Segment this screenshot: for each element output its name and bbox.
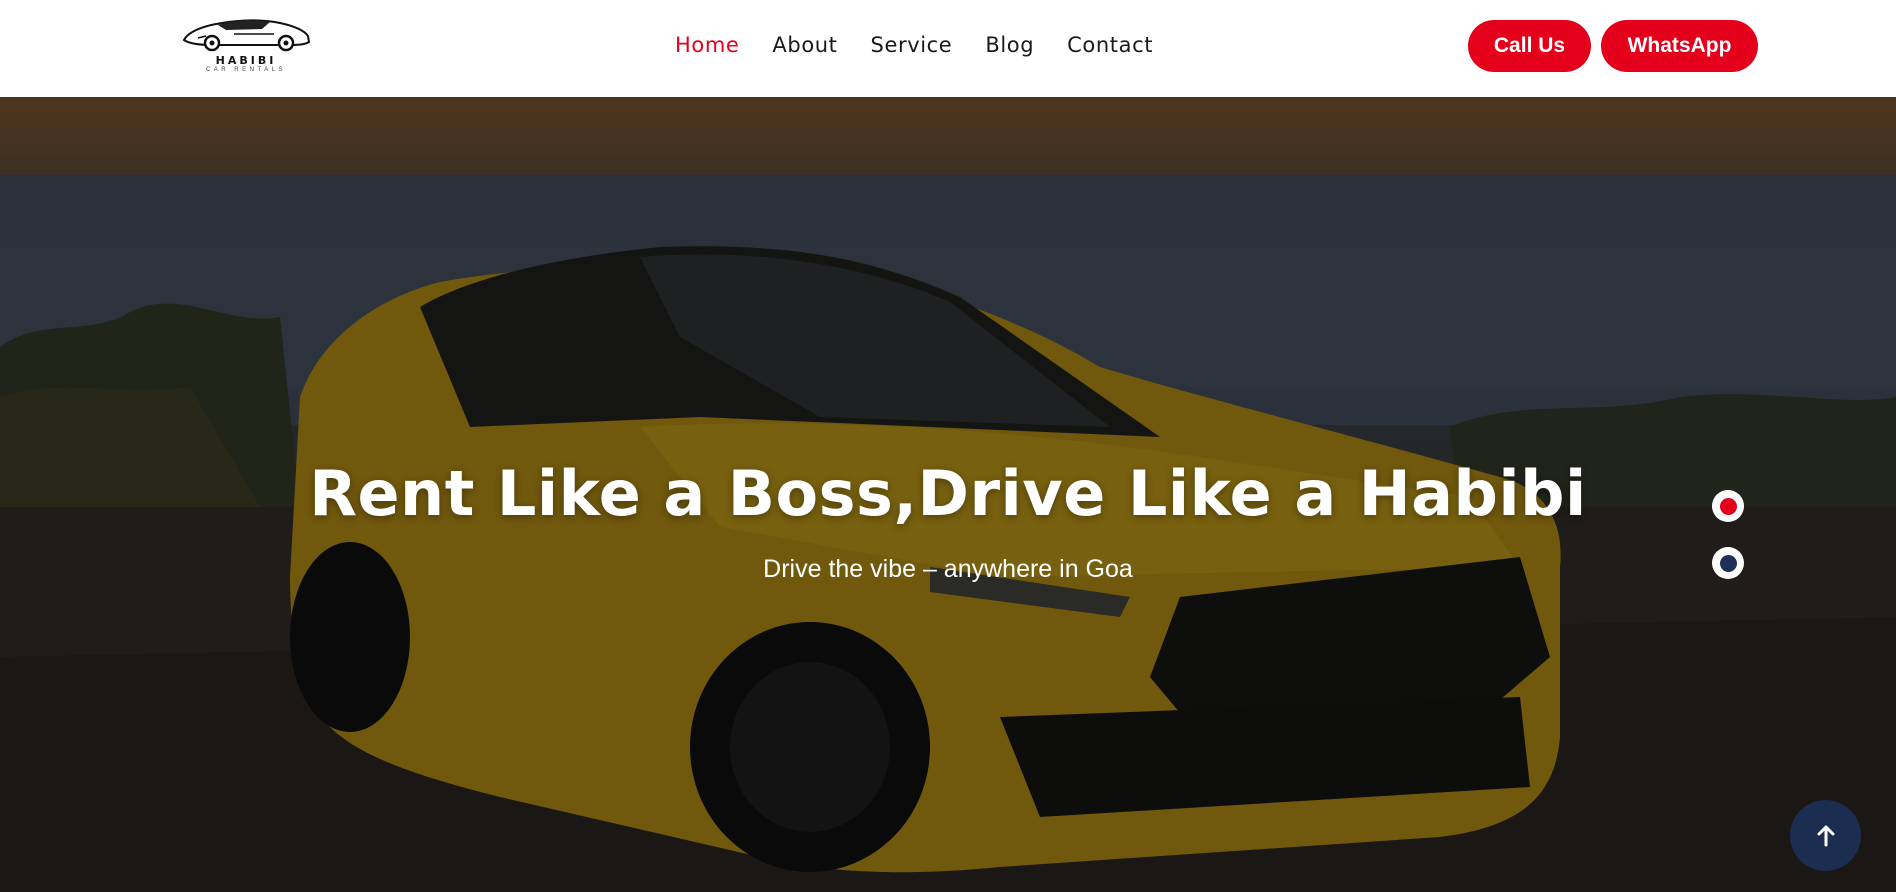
brand-name: HABIBI — [215, 54, 277, 67]
whatsapp-button[interactable]: WhatsApp — [1601, 20, 1758, 72]
site-header: HABIBI CAR RENTALS Home About Service Bl… — [0, 0, 1896, 97]
slider-dot-1-fill — [1719, 497, 1737, 515]
slider-dot-1[interactable] — [1712, 490, 1744, 522]
scroll-to-top-button[interactable] — [1790, 800, 1861, 871]
brand-logo[interactable]: HABIBI CAR RENTALS — [178, 14, 314, 76]
call-us-button[interactable]: Call Us — [1468, 20, 1591, 72]
hero-subtitle: Drive the vibe – anywhere in Goa — [763, 555, 1133, 583]
nav-item-contact[interactable]: Contact — [1067, 33, 1153, 57]
nav-item-home[interactable]: Home — [675, 33, 739, 57]
hero-slider: Rent Like a Boss,Drive Like a Habibi Dri… — [0, 97, 1896, 892]
nav-item-service[interactable]: Service — [871, 33, 953, 57]
arrow-up-icon — [1817, 825, 1834, 846]
nav-item-about[interactable]: About — [772, 33, 837, 57]
nav-item-blog[interactable]: Blog — [985, 33, 1034, 57]
main-nav: Home About Service Blog Contact — [675, 30, 1186, 60]
hero-title: Rent Like a Boss,Drive Like a Habibi — [309, 457, 1587, 530]
slider-dot-2[interactable] — [1712, 547, 1744, 579]
brand-tagline: CAR RENTALS — [205, 67, 287, 73]
sports-car-logo-icon — [182, 19, 311, 52]
slider-dot-2-fill — [1719, 554, 1737, 572]
